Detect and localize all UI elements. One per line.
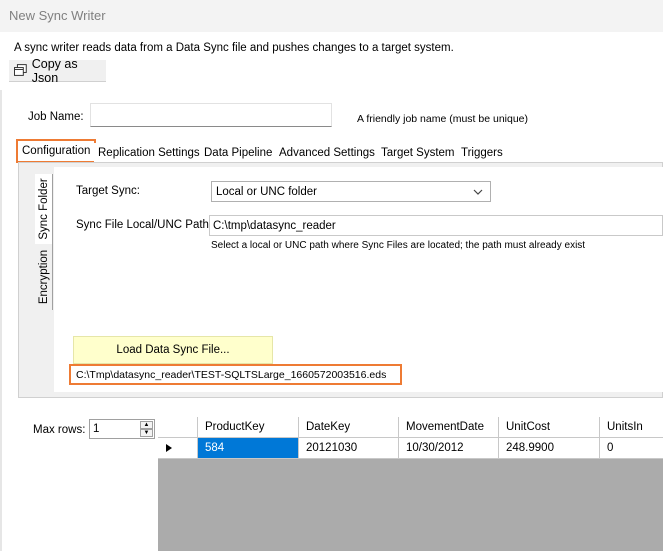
spin-up-icon[interactable]: ▲: [140, 421, 153, 429]
tab-data-pipeline[interactable]: Data Pipeline: [200, 143, 278, 162]
load-data-sync-file-button[interactable]: Load Data Sync File...: [73, 336, 273, 364]
description-text: A sync writer reads data from a Data Syn…: [14, 42, 454, 54]
data-grid[interactable]: ProductKey DateKey MovementDate UnitCost…: [158, 417, 663, 551]
sync-file-path-label: Sync File Local/UNC Path:: [76, 219, 213, 231]
left-edge-divider: [0, 90, 2, 551]
copy-icon: [14, 64, 27, 76]
target-sync-value: Local or UNC folder: [216, 185, 317, 198]
current-row-arrow-icon: [166, 444, 172, 452]
grid-corner-header: [158, 417, 198, 438]
column-header[interactable]: UnitsIn: [600, 417, 663, 438]
tab-replication-settings[interactable]: Replication Settings: [94, 143, 205, 162]
grid-cell[interactable]: 20121030: [299, 438, 399, 459]
row-header[interactable]: [158, 438, 198, 459]
window-title: New Sync Writer: [9, 8, 106, 23]
job-name-label: Job Name:: [28, 111, 84, 123]
grid-cell[interactable]: 0: [600, 438, 663, 459]
tab-configuration[interactable]: Configuration: [16, 139, 97, 163]
max-rows-label: Max rows:: [33, 424, 86, 436]
sync-file-path-input[interactable]: C:\tmp\datasync_reader: [209, 215, 663, 236]
job-name-hint: A friendly job name (must be unique): [357, 113, 529, 125]
spin-down-icon[interactable]: ▼: [140, 429, 153, 437]
target-sync-label: Target Sync:: [76, 185, 140, 197]
sync-file-path-value: C:\tmp\datasync_reader: [213, 219, 336, 232]
copy-as-json-label: Copy as Json: [31, 56, 78, 85]
grid-cell[interactable]: 248.9900: [499, 438, 600, 459]
side-tab-encryption[interactable]: Encryption: [35, 244, 53, 310]
column-header[interactable]: UnitCost: [499, 417, 600, 438]
loaded-file-path: C:\Tmp\datasync_reader\TEST-SQLTSLarge_1…: [69, 364, 402, 385]
side-tab-sync-folder[interactable]: Sync Folder: [35, 174, 53, 244]
chevron-down-icon: [473, 189, 483, 195]
column-header[interactable]: DateKey: [299, 417, 399, 438]
side-tab-encryption-label: Encryption: [37, 249, 50, 305]
grid-cell[interactable]: 10/30/2012: [399, 438, 499, 459]
tab-target-system[interactable]: Target System: [377, 143, 460, 162]
target-sync-select[interactable]: Local or UNC folder: [211, 181, 491, 202]
tab-triggers[interactable]: Triggers: [457, 143, 507, 162]
column-header[interactable]: ProductKey: [198, 417, 299, 438]
column-header[interactable]: MovementDate: [399, 417, 499, 438]
grid-cell[interactable]: 584: [198, 438, 299, 459]
max-rows-stepper[interactable]: 1 ▲ ▼: [89, 419, 155, 439]
job-name-input[interactable]: [90, 103, 332, 127]
sync-file-path-hint: Select a local or UNC path where Sync Fi…: [211, 240, 586, 251]
copy-as-json-button[interactable]: Copy as Json: [9, 56, 106, 85]
tab-advanced-settings[interactable]: Advanced Settings: [275, 143, 380, 162]
max-rows-value: 1: [93, 423, 100, 435]
side-tab-sync-folder-label: Sync Folder: [37, 178, 50, 240]
